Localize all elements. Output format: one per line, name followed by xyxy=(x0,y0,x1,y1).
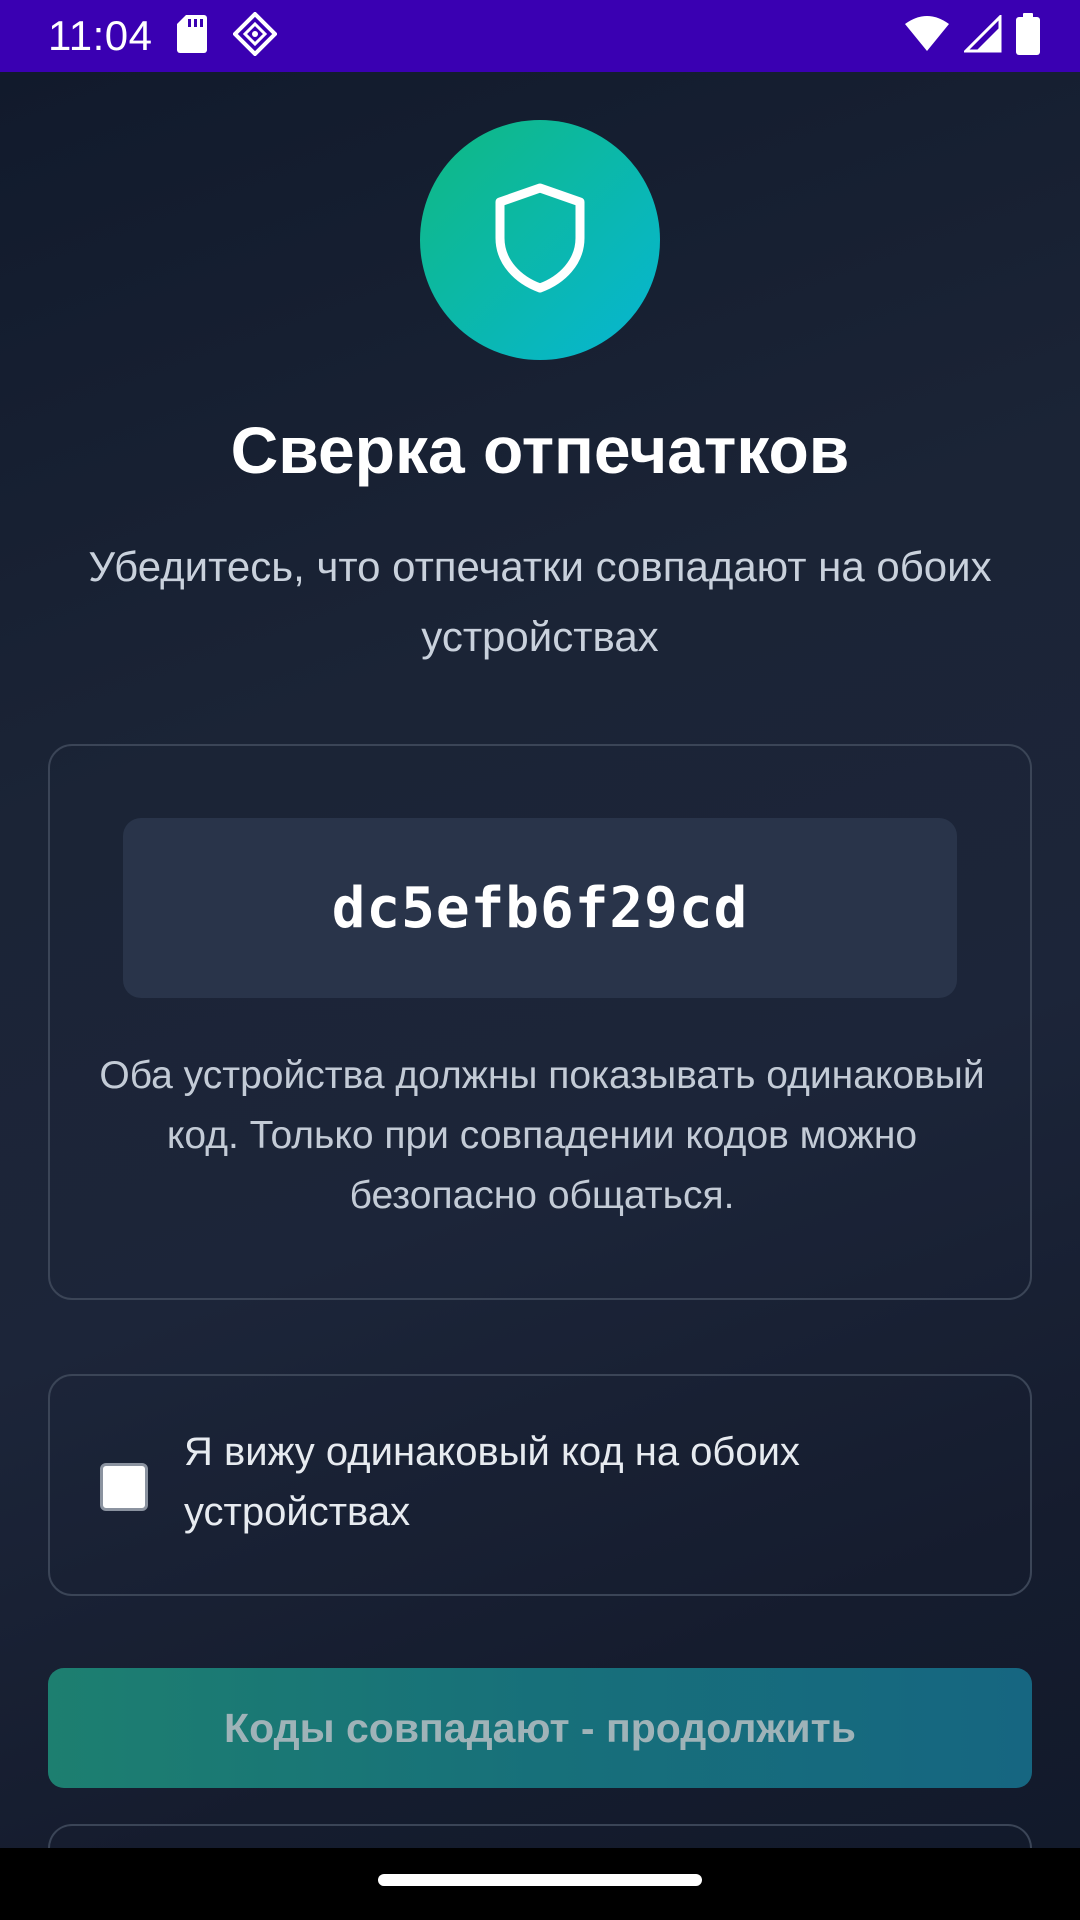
page-subtitle: Убедитесь, что отпечатки совпадают на об… xyxy=(88,543,992,660)
sd-card-icon xyxy=(176,14,207,58)
continue-button-label: Коды совпадают - продолжить xyxy=(224,1704,856,1751)
fingerprint-code: dc5efb6f29cd xyxy=(331,875,749,941)
main-content: Сверка отпечатков Убедитесь, что отпечат… xyxy=(0,72,1080,1848)
shield-badge xyxy=(420,120,660,360)
fingerprint-description: Оба устройства должны показывать одинако… xyxy=(99,1054,985,1217)
status-right-icons xyxy=(904,12,1040,60)
fingerprint-card: dc5efb6f29cd Оба устройства должны показ… xyxy=(48,744,1032,1300)
status-time: 11:04 xyxy=(48,12,153,59)
next-card-edge xyxy=(48,1824,1032,1848)
fingerprint-code-box: dc5efb6f29cd xyxy=(123,818,957,998)
confirm-checkbox[interactable] xyxy=(100,1463,148,1511)
wifi-icon xyxy=(904,15,950,58)
navigation-bar xyxy=(0,1848,1080,1920)
page-title: Сверка отпечатков xyxy=(230,413,850,487)
cell-signal-icon xyxy=(962,12,1002,58)
battery-icon xyxy=(1016,12,1040,60)
shield-icon xyxy=(492,182,588,299)
continue-button[interactable]: Коды совпадают - продолжить xyxy=(48,1668,1032,1788)
status-bar: 11:04 xyxy=(0,0,1080,72)
debug-icon xyxy=(231,10,278,61)
status-left-icons xyxy=(176,10,278,61)
confirmation-card[interactable]: Я вижу одинаковый код на обоих устройств… xyxy=(48,1374,1032,1596)
fingerprint-verification-screen: 11:04 Сверка отпечатков Убедитесь, что о… xyxy=(0,0,1080,1920)
confirm-label[interactable]: Я вижу одинаковый код на обоих устройств… xyxy=(184,1422,964,1542)
home-gesture-handle[interactable] xyxy=(378,1874,702,1886)
